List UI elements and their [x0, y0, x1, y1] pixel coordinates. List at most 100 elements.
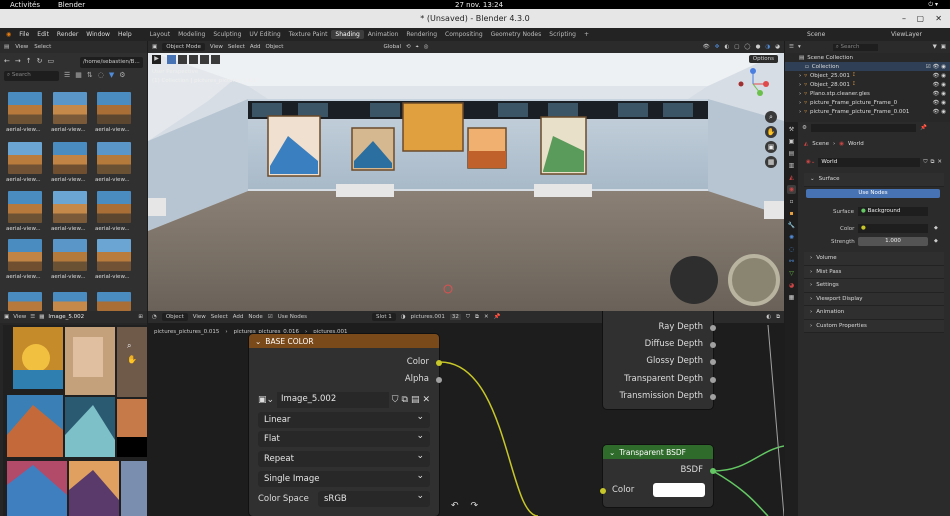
outliner-item[interactable]: › ▿ Object_28.001 ⟟ 👁 ◉ [785, 80, 950, 89]
outliner-item[interactable]: › ▿ picture_Frame_picture_Frame_0.001 👁 ◉ [785, 107, 950, 116]
image-canvas[interactable] [3, 325, 147, 516]
unlink-image-icon[interactable]: ✕ [422, 395, 430, 405]
outliner-item[interactable]: › ▿ Plano.stp.cleaner.gles 👁 ◉ [785, 89, 950, 98]
select-intersect-icon[interactable] [211, 55, 220, 64]
data-tab-icon[interactable]: ▽ [787, 269, 796, 278]
ortho-toggle-icon[interactable]: ▦ [765, 156, 777, 168]
select-invert-icon[interactable] [200, 55, 209, 64]
image-name-field[interactable]: Image_5.002 [277, 392, 389, 408]
xray-icon[interactable]: ▢ [734, 44, 739, 50]
collection-tab-icon[interactable]: ▫ [787, 197, 796, 206]
output-alpha-socket[interactable] [436, 377, 442, 383]
file-thumb[interactable] [97, 92, 131, 124]
outliner-type-icon[interactable]: ☰ [789, 44, 794, 50]
file-thumb[interactable] [97, 191, 131, 223]
visibility-icons[interactable]: 👁 ◉ [932, 73, 950, 79]
tab-shading[interactable]: Shading [331, 30, 364, 39]
animation-section[interactable]: › Animation [804, 306, 944, 320]
viewport-display-section[interactable]: › Viewport Display [804, 292, 944, 306]
particles-tab-icon[interactable]: ✺ [787, 233, 796, 242]
outliner-search[interactable]: ⌕ Search [832, 43, 878, 51]
viewlayer-selector[interactable]: ViewLayer [887, 31, 926, 38]
select-subtract-icon[interactable] [189, 55, 198, 64]
zoom-view-icon[interactable]: ⌕ [765, 111, 777, 123]
fb-search-input[interactable]: ⌕ Search [4, 71, 59, 81]
new-collection-icon[interactable]: ▣ [941, 44, 946, 50]
options-dropdown[interactable]: Options [748, 55, 778, 63]
hidden-icon[interactable]: ◌ [98, 71, 104, 79]
world-browse-icon[interactable]: ◉⌄ [806, 159, 815, 165]
texture-tab-icon[interactable]: ▦ [787, 293, 796, 302]
viewport-editor-type-icon[interactable]: ▣ [152, 44, 157, 50]
file-thumb[interactable] [8, 92, 42, 124]
forward-icon[interactable]: → [15, 57, 21, 65]
thumbnail-view-icon[interactable]: ▦ [75, 71, 82, 79]
projection-dropdown[interactable]: Flat [258, 431, 430, 447]
select-box-icon[interactable] [167, 55, 176, 64]
material-tab-icon[interactable]: ◕ [787, 281, 796, 290]
tab-modeling[interactable]: Modeling [174, 30, 209, 39]
color-field[interactable]: ● [858, 224, 928, 233]
vp-menu-add[interactable]: Add [250, 44, 261, 50]
visibility-icons[interactable]: ☑ 👁 ◉ [926, 64, 950, 70]
path-field[interactable]: /home/sebastien/B... [80, 57, 143, 68]
modifier-tab-icon[interactable]: 🔧 [787, 221, 796, 230]
fb-menu-view[interactable]: View [15, 44, 28, 50]
glossy-depth-socket[interactable] [710, 359, 716, 365]
diffuse-depth-socket[interactable] [710, 342, 716, 348]
open-image-icon[interactable]: ▤ [411, 395, 420, 405]
visibility-icons[interactable]: 👁 ◉ [932, 82, 950, 88]
color-input-socket[interactable] [600, 488, 606, 494]
pan-view-icon[interactable]: ✋ [765, 126, 777, 138]
shading-material-icon[interactable]: ◑ [765, 44, 770, 50]
visibility-icons[interactable]: 👁 ◉ [932, 109, 950, 115]
fb-menu-select[interactable]: Select [34, 44, 51, 50]
minimize-icon[interactable]: – [902, 14, 906, 23]
outliner-item[interactable]: › ▿ picture_Frame_picture_Frame_0 👁 ◉ [785, 98, 950, 107]
world-tab-icon[interactable]: ◉ [787, 185, 796, 194]
add-workspace-icon[interactable]: + [580, 30, 593, 39]
vp-menu-view[interactable]: View [210, 44, 223, 50]
clock[interactable]: 27 nov. 13:24 [455, 1, 503, 9]
zoom-icon[interactable]: ⌕ [127, 341, 131, 351]
pin-properties-icon[interactable]: 📌 [920, 125, 927, 131]
vp-menu-select[interactable]: Select [228, 44, 245, 50]
object-tab-icon[interactable]: ▪ [787, 209, 796, 218]
file-thumb[interactable] [8, 191, 42, 223]
image-editor-type-icon[interactable]: ▣ [4, 314, 9, 320]
object-mode-dropdown[interactable]: Object Mode [162, 43, 205, 51]
visibility-icons[interactable]: 👁 ◉ [932, 91, 950, 97]
image-node-header[interactable]: ⌄ BASE COLOR [249, 334, 439, 348]
color-swatch[interactable] [653, 483, 705, 497]
use-nodes-button[interactable]: Use Nodes [806, 189, 940, 198]
parent-dir-icon[interactable]: ↑ [26, 57, 32, 65]
color-space-dropdown[interactable]: sRGB [318, 491, 430, 507]
render-tab-icon[interactable]: ▣ [787, 137, 796, 146]
menu-render[interactable]: Render [53, 31, 82, 38]
refresh-icon[interactable]: ↻ [37, 57, 43, 65]
back-icon[interactable]: ← [4, 57, 10, 65]
ie-menu-view[interactable]: View [13, 314, 26, 320]
menu-window[interactable]: Window [82, 31, 114, 38]
hand-icon[interactable]: ✋ [127, 355, 137, 364]
tab-compositing[interactable]: Compositing [441, 30, 487, 39]
constraints-tab-icon[interactable]: ⚯ [787, 257, 796, 266]
scene-tab-icon[interactable]: ◭ [787, 173, 796, 182]
3d-viewport[interactable]: ▣ Object Mode View Select Add Object Glo… [148, 41, 784, 311]
view-layer-tab-icon[interactable]: ▥ [787, 161, 796, 170]
fake-user-shield-icon[interactable]: ⛉ [392, 395, 399, 405]
physics-tab-icon[interactable]: ◌ [787, 245, 796, 254]
file-thumb[interactable] [8, 142, 42, 174]
tab-geometry-nodes[interactable]: Geometry Nodes [487, 30, 546, 39]
maximize-icon[interactable]: ▢ [916, 14, 924, 23]
tool-tab-icon[interactable]: ⚒ [787, 125, 796, 134]
tab-scripting[interactable]: Scripting [545, 30, 580, 39]
transparent-bsdf-node[interactable]: ⌄ Transparent BSDF BSDF Color [600, 445, 716, 507]
menu-edit[interactable]: Edit [33, 31, 53, 38]
surface-panel-header[interactable]: ⌄ Surface [804, 173, 944, 187]
ie-mode-icon[interactable]: ☰ [30, 314, 35, 320]
list-view-icon[interactable]: ☰ [64, 71, 70, 79]
world-unlink-icon[interactable]: ✕ [937, 159, 942, 165]
transparent-node-header[interactable]: ⌄ Transparent BSDF [603, 445, 713, 459]
navigation-gizmo[interactable] [736, 67, 770, 101]
